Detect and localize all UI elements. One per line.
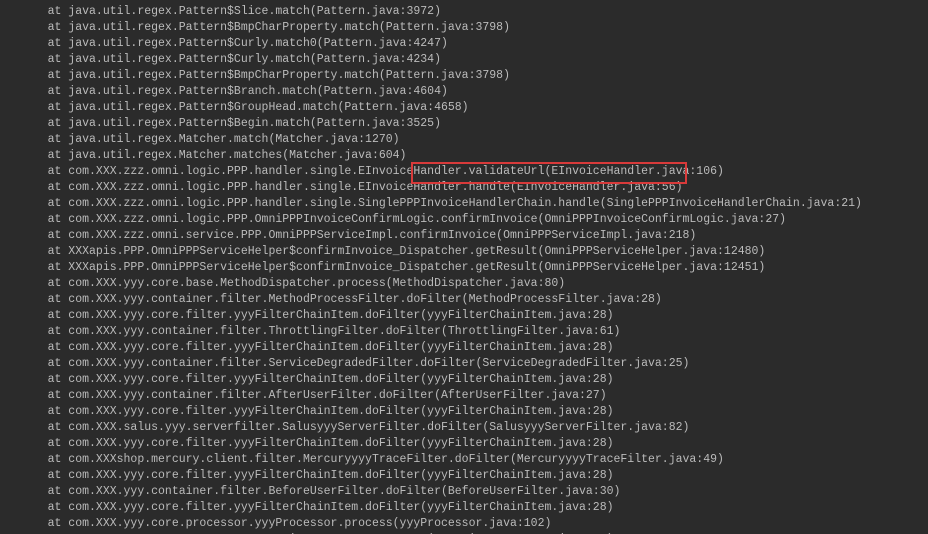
stack-trace-line: at java.util.regex.Pattern$Begin.match(P… [0,116,928,132]
stack-trace-line: at com.XXX.yyy.core.processor.yyyProcess… [0,516,928,532]
stack-trace: at java.util.regex.Pattern$Slice.match(P… [0,0,928,534]
stack-trace-line: at java.util.regex.Pattern$Branch.match(… [0,84,928,100]
stack-trace-line: at XXXapis.PPP.OmniPPPServiceHelper$conf… [0,260,928,276]
stack-trace-line: at com.XXX.yyy.core.filter.yyyFilterChai… [0,468,928,484]
stack-trace-line: at com.XXX.yyy.container.filter.ServiceD… [0,356,928,372]
stack-trace-line: at com.XXX.yyy.container.filter.MethodPr… [0,292,928,308]
stack-trace-line: at com.XXX.yyy.core.base.MethodDispatche… [0,276,928,292]
stack-trace-line: at java.util.regex.Pattern$BmpCharProper… [0,20,928,36]
stack-trace-line: at com.XXX.yyy.container.filter.BeforeUs… [0,484,928,500]
stack-trace-line: at com.XXX.salus.yyy.serverfilter.Salusy… [0,420,928,436]
stack-trace-line: at com.XXX.zzz.omni.logic.PPP.OmniPPPInv… [0,212,928,228]
stack-trace-line: at com.XXXshop.mercury.client.filter.Mer… [0,452,928,468]
stack-trace-line: at com.XXX.yyy.core.filter.yyyFilterChai… [0,308,928,324]
stack-trace-line: at java.util.regex.Pattern$GroupHead.mat… [0,100,928,116]
stack-trace-line: at com.XXX.yyy.core.filter.yyyFilterChai… [0,404,928,420]
stack-trace-line: at XXXapis.PPP.OmniPPPServiceHelper$conf… [0,244,928,260]
stack-trace-line: at java.util.regex.Pattern$Curly.match(P… [0,52,928,68]
stack-trace-line: at java.util.regex.Matcher.match(Matcher… [0,132,928,148]
stack-trace-line: at com.XXX.yyy.core.filter.yyyFilterChai… [0,372,928,388]
stack-trace-line: at com.XXX.yyy.container.filter.AfterUse… [0,388,928,404]
stack-trace-line: at com.XXX.yyy.core.filter.yyyFilterChai… [0,340,928,356]
stack-trace-line: at com.XXX.yyy.core.filter.yyyFilterChai… [0,500,928,516]
stack-trace-line: at com.XXX.zzz.omni.logic.PPP.handler.si… [0,180,928,196]
stack-trace-line: at java.util.regex.Pattern$BmpCharProper… [0,68,928,84]
stack-trace-line: at com.XXX.yyy.container.filter.Throttli… [0,324,928,340]
stack-trace-line: at com.XXX.zzz.omni.service.PPP.OmniPPPS… [0,228,928,244]
stack-trace-line: at java.util.regex.Pattern$Slice.match(P… [0,4,928,20]
stack-trace-line: at com.XXX.zzz.omni.logic.PPP.handler.si… [0,164,928,180]
stack-trace-line: at com.XXX.yyy.core.filter.yyyFilterChai… [0,436,928,452]
stack-trace-line: at com.XXX.zzz.omni.logic.PPP.handler.si… [0,196,928,212]
stack-trace-line: at java.util.regex.Matcher.matches(Match… [0,148,928,164]
stack-trace-line: at java.util.regex.Pattern$Curly.match0(… [0,36,928,52]
